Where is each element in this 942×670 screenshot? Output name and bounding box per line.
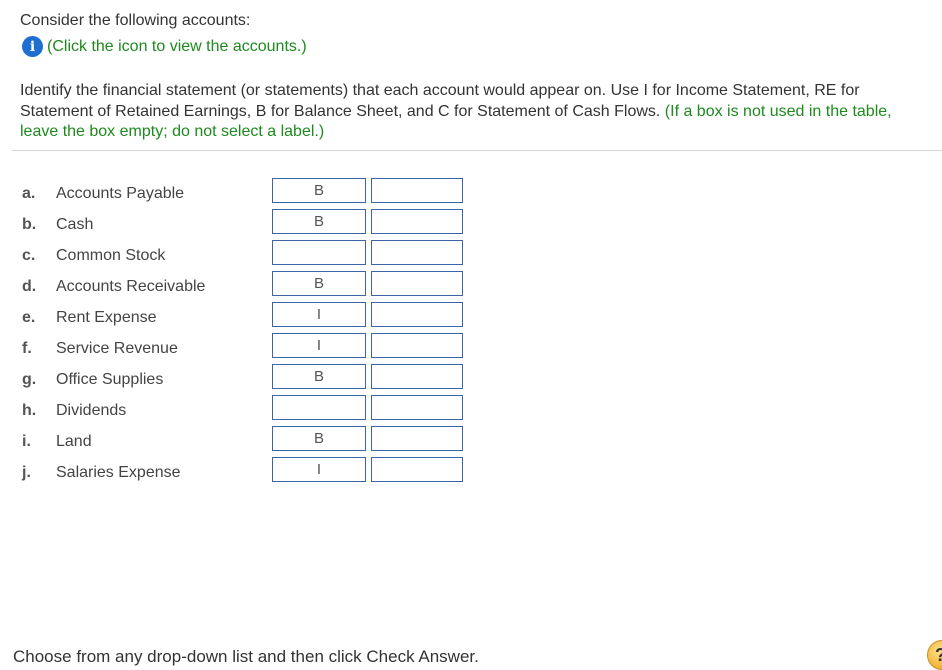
statement-select-1[interactable]: B <box>272 209 366 234</box>
info-line: i (Click the icon to view the accounts.) <box>22 36 307 57</box>
divider <box>12 150 942 151</box>
account-name: Salaries Expense <box>56 464 181 481</box>
statement-select-2[interactable] <box>371 209 463 234</box>
statement-select-2[interactable] <box>371 426 463 451</box>
account-name: Rent Expense <box>56 309 157 326</box>
statement-select-1[interactable]: I <box>272 302 366 327</box>
statement-select-2[interactable] <box>371 395 463 420</box>
row-letter: f. <box>22 340 32 357</box>
row-letter: g. <box>22 371 37 388</box>
statement-select-2[interactable] <box>371 333 463 358</box>
statement-select-1[interactable]: B <box>272 271 366 296</box>
statement-select-1[interactable]: I <box>272 333 366 358</box>
row-letter: j. <box>22 464 31 481</box>
view-accounts-hint: (Click the icon to view the accounts.) <box>47 37 307 55</box>
table-row: e. Rent Expense I <box>0 302 480 333</box>
statement-select-1[interactable]: B <box>272 364 366 389</box>
intro-text: Consider the following accounts: <box>20 12 251 29</box>
account-name: Common Stock <box>56 247 166 264</box>
statement-select-1[interactable]: B <box>272 426 366 451</box>
row-letter: c. <box>22 247 36 264</box>
table-row: j. Salaries Expense I <box>0 457 480 488</box>
statement-select-2[interactable] <box>371 178 463 203</box>
account-name: Accounts Payable <box>56 185 185 202</box>
statement-select-2[interactable] <box>371 240 463 265</box>
table-row: g. Office Supplies B <box>0 364 480 395</box>
table-row: c. Common Stock <box>0 240 480 271</box>
statement-select-1[interactable]: I <box>272 457 366 482</box>
table-row: h. Dividends <box>0 395 480 426</box>
account-name: Service Revenue <box>56 340 178 357</box>
table-row: f. Service Revenue I <box>0 333 480 364</box>
row-letter: e. <box>22 309 36 326</box>
statement-select-2[interactable] <box>371 271 463 296</box>
statement-select-2[interactable] <box>371 302 463 327</box>
statement-select-2[interactable] <box>371 457 463 482</box>
table-row: b. Cash B <box>0 209 480 240</box>
statement-select-1[interactable]: B <box>272 178 366 203</box>
statement-select-1[interactable] <box>272 240 366 265</box>
statement-select-2[interactable] <box>371 364 463 389</box>
row-letter: d. <box>22 278 37 295</box>
help-icon[interactable]: ? <box>927 640 942 670</box>
account-name: Accounts Receivable <box>56 278 206 295</box>
table-row: i. Land B <box>0 426 480 457</box>
table-row: d. Accounts Receivable B <box>0 271 480 302</box>
table-row: a. Accounts Payable B <box>0 178 480 209</box>
row-letter: i. <box>22 433 31 450</box>
info-icon[interactable]: i <box>22 36 43 57</box>
row-letter: h. <box>22 402 37 419</box>
account-name: Cash <box>56 216 94 233</box>
footer-instructions: Choose from any drop-down list and then … <box>13 647 479 666</box>
account-name: Land <box>56 433 92 450</box>
row-letter: b. <box>22 216 37 233</box>
account-name: Office Supplies <box>56 371 164 388</box>
instructions: Identify the financial statement (or sta… <box>20 81 920 143</box>
account-name: Dividends <box>56 402 127 419</box>
row-letter: a. <box>22 185 36 202</box>
statement-select-1[interactable] <box>272 395 366 420</box>
